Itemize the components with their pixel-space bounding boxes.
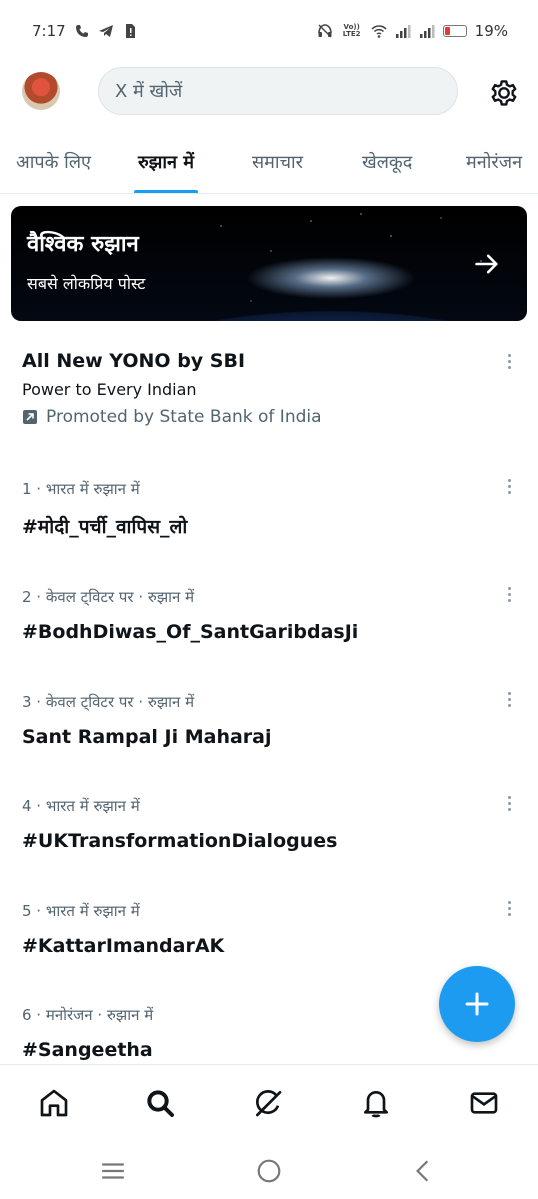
signal-2-icon [419,25,435,38]
status-bar: 7:17 Vo)) LTE2 19% [0,0,538,62]
signal-1-icon [395,25,411,38]
grok-icon[interactable] [252,1087,284,1119]
more-options-icon[interactable] [506,479,512,499]
tab-label: समाचार [252,152,304,173]
promoted-by-row: Promoted by State Bank of India [22,407,522,427]
trend-meta: 2 · केवल ट्विटर पर · रुझान में [22,588,195,606]
tab-for-you[interactable]: आपके लिए [16,130,91,193]
tab-label: मनोरंजन [466,152,523,173]
search-placeholder: X में खोजें [115,81,183,102]
top-header: X में खोजें [0,62,538,122]
battery-percent: 19% [474,22,508,40]
trend-item[interactable]: 4 · भारत में रुझान में #UKTransformation… [22,796,522,852]
tab-news[interactable]: समाचार [252,130,304,193]
wifi-icon [371,25,387,38]
back-icon[interactable] [410,1158,436,1184]
trend-name: #UKTransformationDialogues [22,830,338,852]
active-tab-indicator [134,190,199,193]
trend-name: #BodhDiwas_Of_SantGaribdasJi [22,621,359,643]
more-options-icon[interactable] [506,354,512,374]
trend-name: #मोदी_पर्ची_वापिस_लो [22,516,188,538]
promoted-trend[interactable]: All New YONO by SBI Power to Every India… [22,350,522,427]
trend-meta: 1 · भारत में रुझान में [22,480,140,498]
avatar[interactable] [22,72,60,110]
search-icon[interactable] [144,1087,176,1119]
trend-meta: 5 · भारत में रुझान में [22,902,140,920]
plus-icon [465,992,489,1016]
trend-meta: 4 · भारत में रुझान में [22,797,140,815]
trend-meta: 3 · केवल ट्विटर पर · रुझान में [22,693,195,711]
sim-alert-icon [125,24,135,38]
trend-name: #KattarImandarAK [22,935,225,957]
trend-item[interactable]: 2 · केवल ट्विटर पर · रुझान में #BodhDiwa… [22,587,522,643]
promoted-icon [23,410,37,424]
telegram-icon [98,25,113,37]
search-input[interactable]: X में खोजें [98,67,458,115]
global-trends-banner[interactable]: वैश्विक रुझान सबसे लोकप्रिय पोस्ट [11,206,527,321]
trend-item[interactable]: 1 · भारत में रुझान में #मोदी_पर्ची_वापिस… [22,479,522,539]
gear-icon[interactable] [488,77,520,109]
promoted-by-text: Promoted by State Bank of India [46,407,322,427]
tab-label: रुझान में [138,152,195,173]
messages-icon[interactable] [468,1087,500,1119]
tab-label: आपके लिए [16,152,91,173]
tab-trending[interactable]: रुझान में [134,130,199,193]
volte-indicator: Vo)) LTE2 [342,23,361,38]
trend-item[interactable]: 3 · केवल ट्विटर पर · रुझान में Sant Ramp… [22,692,522,748]
home-circle-icon[interactable] [256,1158,282,1184]
explore-tabs: आपके लिए रुझान में समाचार खेलकूद मनोरंजन [0,130,538,194]
compose-button[interactable] [439,966,515,1042]
headphones-icon [317,24,332,38]
tab-label: खेलकूद [362,152,413,173]
promo-title: All New YONO by SBI [22,350,246,372]
status-time: 7:17 [32,22,66,40]
arrow-right-icon [475,254,498,274]
system-navigation [0,1142,538,1199]
home-icon[interactable] [38,1087,70,1119]
recents-icon[interactable] [100,1158,126,1184]
tab-sports[interactable]: खेलकूद [362,130,413,193]
banner-subtitle: सबसे लोकप्रिय पोस्ट [27,274,146,293]
banner-title: वैश्विक रुझान [27,232,139,257]
more-options-icon[interactable] [506,796,512,816]
battery-icon [442,25,467,37]
trend-name: Sant Rampal Ji Maharaj [22,726,272,748]
tab-entertainment[interactable]: मनोरंजन [466,130,523,193]
trend-item[interactable]: 5 · भारत में रुझान में #KattarImandarAK [22,901,522,957]
bottom-navigation [0,1064,538,1142]
call-icon [75,25,88,37]
banner-background [11,206,527,321]
trend-name: #Sangeetha [22,1039,153,1061]
more-options-icon[interactable] [506,692,512,712]
promo-subtitle: Power to Every Indian [22,380,197,399]
more-options-icon[interactable] [506,587,512,607]
notifications-icon[interactable] [360,1087,392,1119]
more-options-icon[interactable] [506,901,512,921]
